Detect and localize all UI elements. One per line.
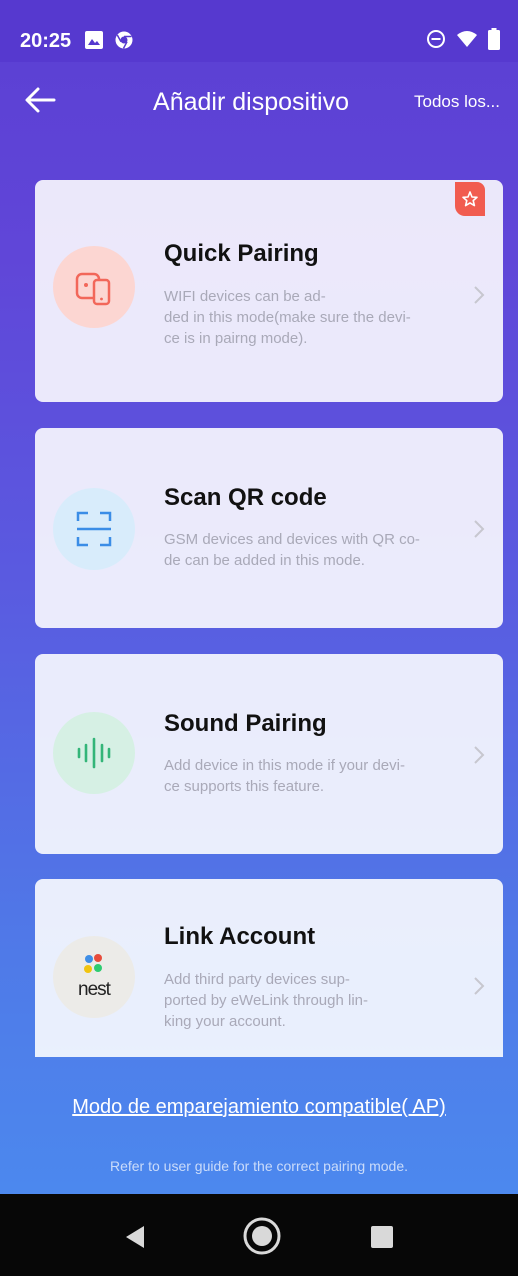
sound-pairing-card[interactable]: Sound Pairing Add device in this mode if… — [35, 654, 503, 854]
back-triangle-icon[interactable] — [120, 1222, 150, 1252]
link-account-description: Add third party devices sup- ported by e… — [164, 971, 369, 1030]
scan-qr-card[interactable]: Scan QR code GSM devices and devices wit… — [35, 428, 503, 628]
recents-square-icon[interactable] — [368, 1223, 396, 1251]
quick-pairing-description: WIFI devices can be ad- ded in this mode… — [164, 288, 411, 347]
battery-icon — [488, 28, 500, 50]
do-not-disturb-icon — [427, 30, 445, 48]
scan-qr-icon-circle — [53, 488, 135, 570]
quick-pairing-icon-circle — [53, 246, 135, 328]
link-account-card[interactable]: nest Link Account Add third party device… — [35, 879, 503, 1057]
nest-logo-text: nest — [78, 979, 111, 1000]
pairing-hint-text: Refer to user guide for the correct pair… — [109, 1158, 409, 1174]
chevron-right-icon — [474, 977, 485, 995]
chevron-right-icon — [474, 520, 485, 538]
chevron-right-icon — [474, 286, 485, 304]
sound-pairing-icon-circle — [53, 712, 135, 794]
sound-pairing-title: Sound Pairing — [164, 710, 327, 737]
sound-pairing-description: Add device in this mode if your devi- ce… — [164, 757, 405, 795]
scan-qr-title: Scan QR code — [164, 484, 327, 511]
scan-qr-description: GSM devices and devices with QR co- de c… — [164, 531, 420, 569]
nest-logo-icon: nest — [53, 936, 135, 1018]
quick-pairing-card[interactable]: Quick Pairing WIFI devices can be ad- de… — [35, 180, 503, 402]
quick-pairing-title: Quick Pairing — [164, 240, 319, 267]
chevron-right-icon — [474, 746, 485, 764]
wifi-icon — [457, 31, 477, 47]
scan-frame-icon — [76, 511, 112, 547]
ewelink-logo-icon — [84, 954, 102, 973]
chrome-icon — [115, 31, 133, 49]
screen: 20:25 Añadir dispositivo Todos los... Qu… — [0, 0, 518, 1276]
all-devices-link[interactable]: Todos los... — [414, 92, 500, 112]
status-time: 20:25 — [20, 30, 72, 52]
image-icon — [85, 31, 103, 49]
sound-wave-icon — [77, 737, 111, 769]
recommended-badge — [455, 182, 485, 216]
app-header: Añadir dispositivo Todos los... — [0, 62, 518, 152]
home-circle-icon[interactable] — [242, 1216, 282, 1256]
phone-device-icon — [75, 272, 111, 306]
compatible-mode-link[interactable]: Modo de emparejamiento compatible( AP) — [0, 1096, 518, 1119]
system-nav-bar — [0, 1194, 518, 1276]
star-icon — [462, 191, 478, 207]
link-account-title: Link Account — [164, 923, 316, 950]
status-bar: 20:25 — [0, 0, 518, 62]
